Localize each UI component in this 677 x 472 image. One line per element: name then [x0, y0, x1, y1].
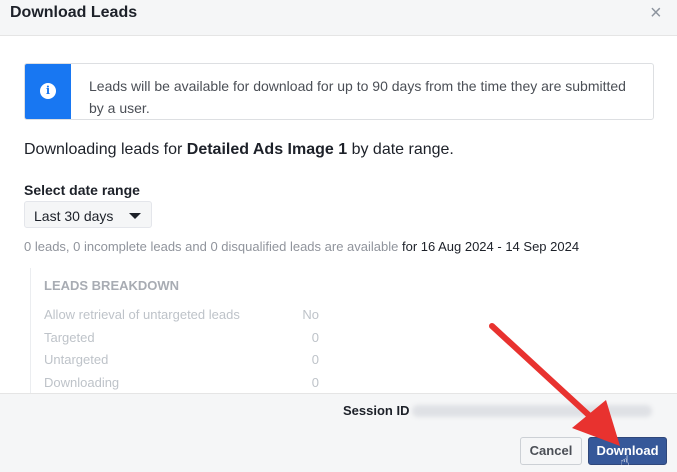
info-banner-strip: i [25, 64, 71, 119]
dialog-footer: Session ID Cancel Download [0, 393, 677, 472]
breakdown-row-label: Untargeted [44, 352, 109, 367]
leads-breakdown-title: LEADS BREAKDOWN [44, 278, 180, 293]
breakdown-row-value: 0 [311, 352, 319, 367]
breakdown-row-label: Allow retrieval of untargeted leads [44, 307, 240, 322]
breakdown-row: Targeted 0 [44, 330, 319, 345]
leads-availability: 0 leads, 0 incomplete leads and 0 disqua… [24, 239, 579, 254]
download-summary: Downloading leads for Detailed Ads Image… [24, 141, 454, 159]
dialog-header: Download Leads × [0, 0, 677, 36]
breakdown-row: Allow retrieval of untargeted leads No [44, 307, 319, 322]
breakdown-row-value: 0 [311, 330, 319, 345]
breakdown-row-label: Downloading [44, 375, 120, 390]
breakdown-row-label: Targeted [44, 330, 95, 345]
date-range-selected: Last 30 days [34, 208, 114, 224]
close-icon[interactable]: × [650, 3, 662, 23]
session-id-label: Session ID [343, 403, 410, 418]
date-range-label: Select date range [24, 182, 140, 198]
download-summary-suffix: by date range. [347, 141, 454, 158]
date-range-dropdown[interactable]: Last 30 days [24, 201, 152, 228]
cancel-button[interactable]: Cancel [520, 437, 582, 465]
info-banner-text: Leads will be available for download for… [89, 78, 626, 116]
breakdown-row-value: 0 [311, 375, 319, 390]
leads-breakdown: LEADS BREAKDOWN Allow retrieval of untar… [30, 268, 350, 393]
session-id-value-redacted [412, 405, 652, 417]
ad-name: Detailed Ads Image 1 [186, 141, 348, 158]
breakdown-row: Untargeted 0 [44, 352, 319, 367]
breakdown-row: Downloading 0 [44, 375, 319, 390]
hand-cursor-icon: ☝ [620, 454, 630, 471]
leads-availability-text: 0 leads, 0 incomplete leads and 0 disqua… [24, 239, 399, 254]
info-banner: i Leads will be available for download f… [24, 63, 654, 120]
dialog-title: Download Leads [10, 4, 138, 21]
download-summary-prefix: Downloading leads for [24, 141, 187, 158]
info-icon: i [40, 83, 56, 99]
leads-date-range: for 16 Aug 2024 - 14 Sep 2024 [398, 239, 580, 254]
breakdown-row-value: No [302, 307, 319, 322]
caret-down-icon [129, 213, 141, 219]
